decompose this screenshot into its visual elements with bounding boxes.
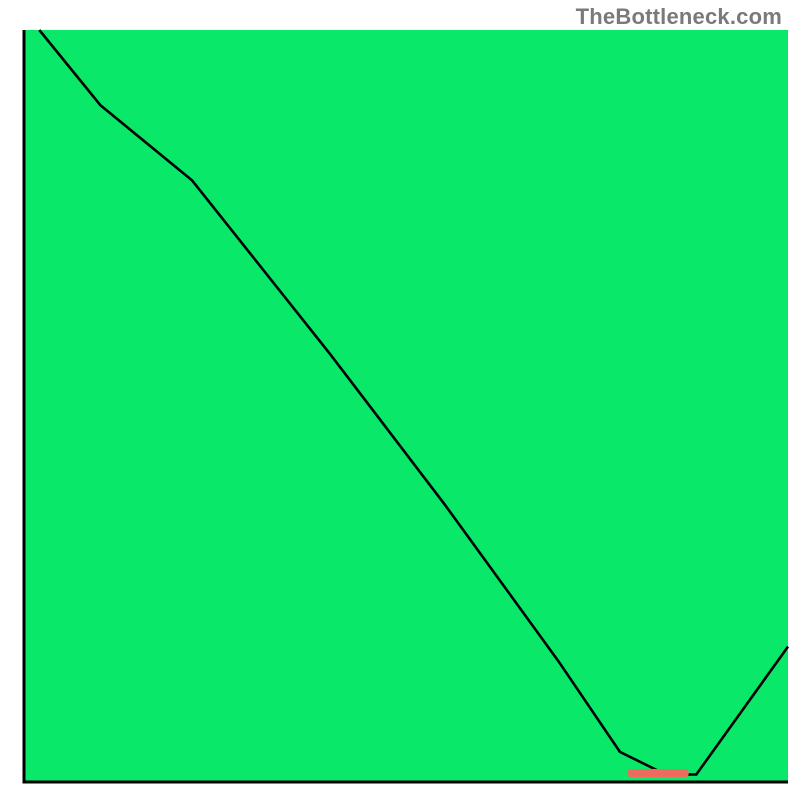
bottleneck-chart	[0, 0, 800, 800]
watermark-text: TheBottleneck.com	[576, 4, 782, 30]
chart-container: TheBottleneck.com	[0, 0, 800, 800]
gradient-background	[24, 30, 788, 782]
marker-bar	[628, 769, 689, 777]
